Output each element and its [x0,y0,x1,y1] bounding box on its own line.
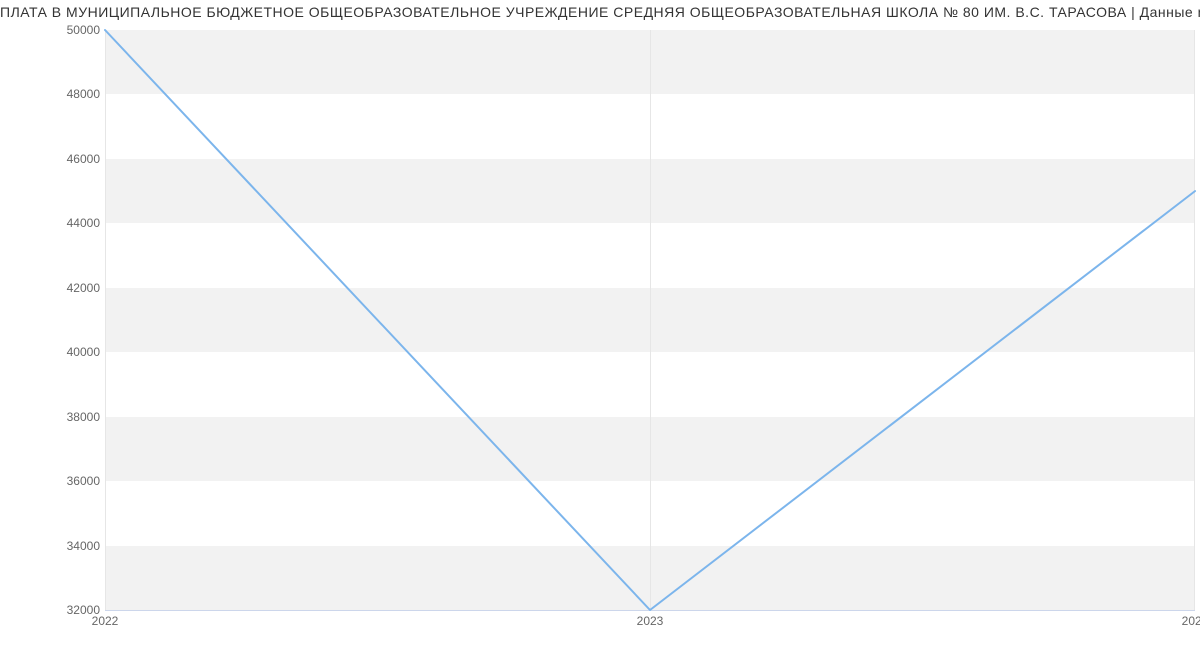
series-line [105,30,1195,610]
y-tick-label: 46000 [10,152,100,166]
line-chart: ПЛАТА В МУНИЦИПАЛЬНОЕ БЮДЖЕТНОЕ ОБЩЕОБРА… [0,0,1200,650]
chart-title: ПЛАТА В МУНИЦИПАЛЬНОЕ БЮДЖЕТНОЕ ОБЩЕОБРА… [0,4,1200,20]
y-tick-label: 50000 [10,23,100,37]
y-tick-label: 40000 [10,345,100,359]
x-tick-label: 2022 [92,614,119,628]
plot-area [105,30,1195,610]
y-tick-label: 44000 [10,216,100,230]
y-tick-label: 48000 [10,87,100,101]
y-tick-label: 42000 [10,281,100,295]
y-tick-label: 34000 [10,539,100,553]
x-tick-label: 2024 [1182,614,1200,628]
y-tick-label: 36000 [10,474,100,488]
y-tick-label: 32000 [10,603,100,617]
y-tick-label: 38000 [10,410,100,424]
series-path [105,30,1195,610]
x-tick-label: 2023 [637,614,664,628]
